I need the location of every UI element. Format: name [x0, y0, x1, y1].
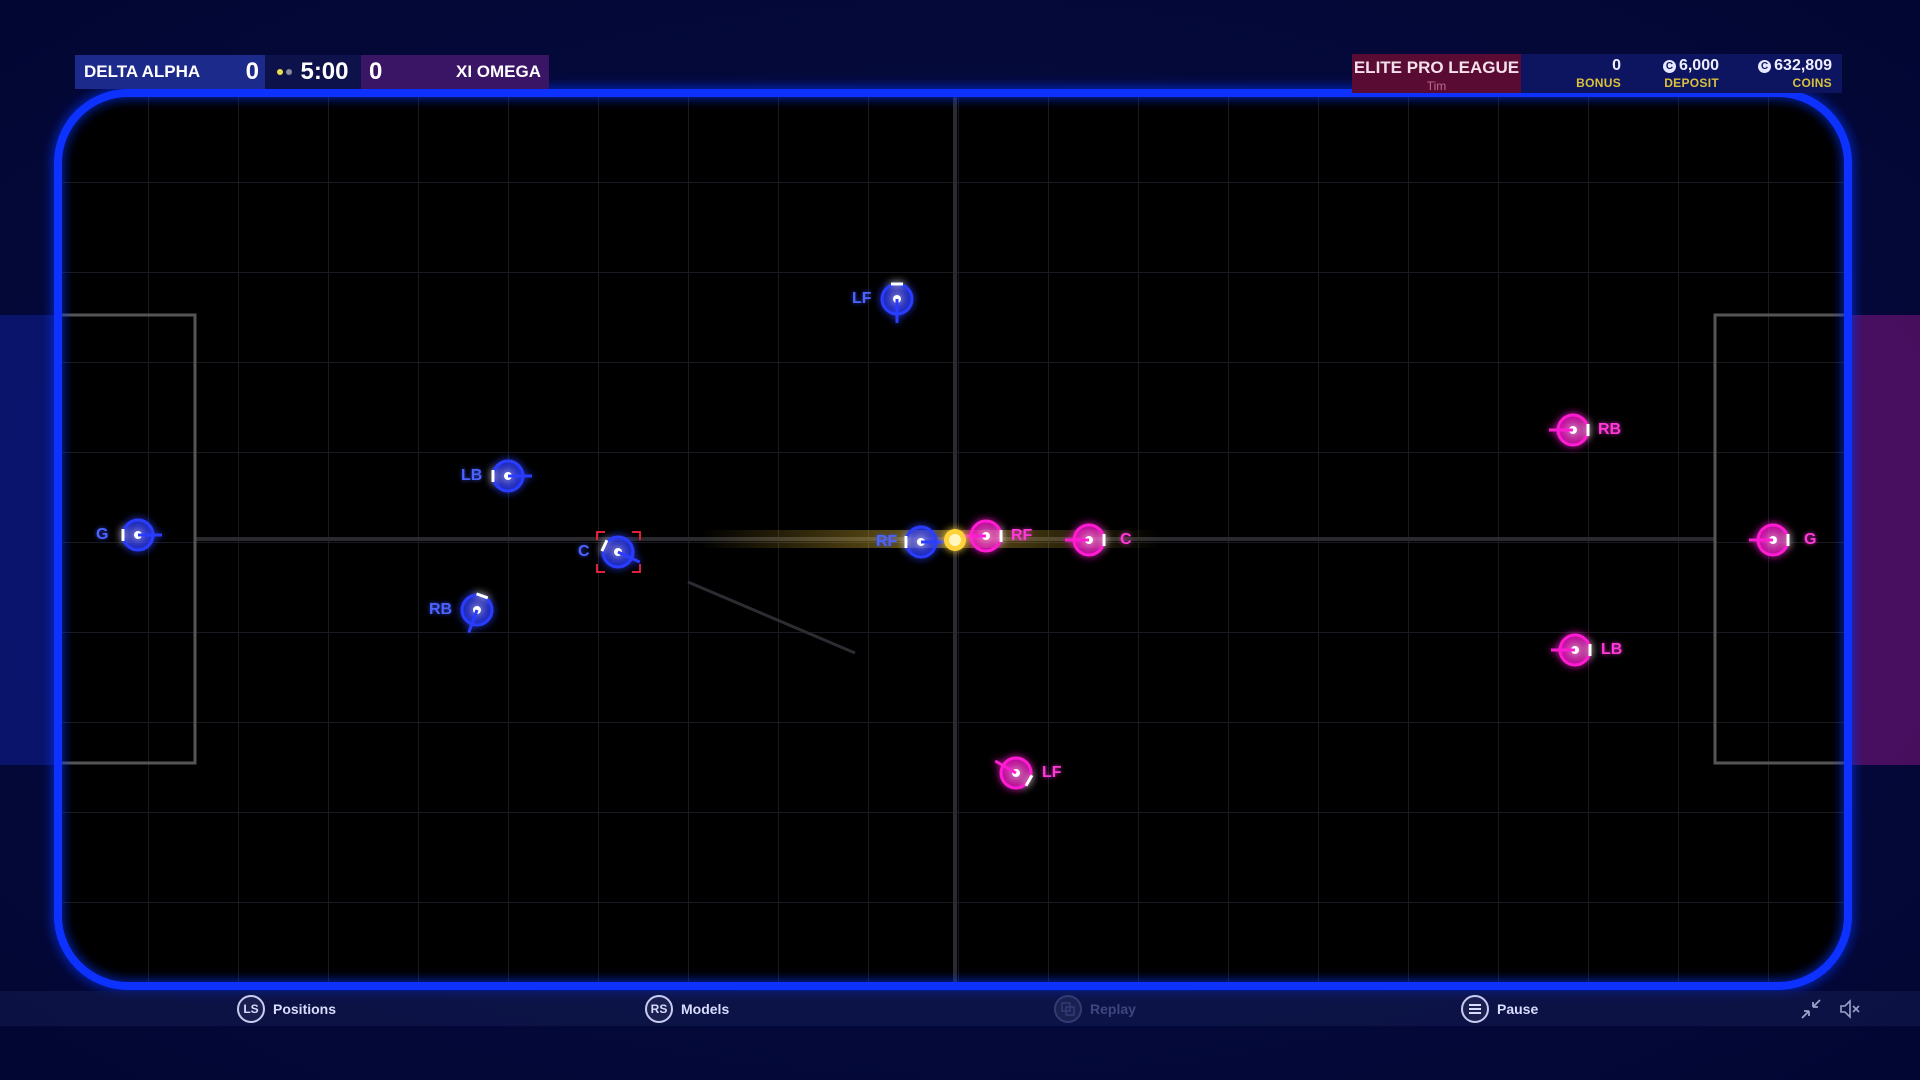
home-team-panel: DELTA ALPHA 0	[75, 55, 265, 89]
coins-stat: C632,809 COINS	[1722, 57, 1832, 93]
deposit-value: 6,000	[1679, 57, 1719, 75]
deposit-label: DEPOSIT	[1624, 76, 1719, 90]
league-name: ELITE PRO LEAGUE	[1352, 58, 1521, 78]
pause-label: Pause	[1497, 1001, 1538, 1017]
models-label: Models	[681, 1001, 729, 1017]
league-panel: ELITE PRO LEAGUE Tim 0 BONUS C6,000 DEPO…	[1352, 54, 1842, 93]
menu-button-icon[interactable]	[1461, 995, 1489, 1023]
c-coin-icon: C	[1758, 60, 1771, 73]
bonus-value: 0	[1531, 57, 1621, 75]
game-clock: 5:00	[300, 58, 348, 86]
away-player-label: C	[1120, 531, 1132, 549]
home-player-label: C	[578, 543, 590, 561]
home-player-label: LB	[461, 467, 482, 485]
mute-icon[interactable]	[1838, 997, 1862, 1021]
period-dot-1	[277, 69, 283, 75]
home-player-label: G	[96, 526, 108, 544]
rs-button-icon[interactable]: RS	[645, 995, 673, 1023]
away-score: 0	[369, 58, 382, 86]
rink	[0, 0, 1920, 1080]
bonus-label: BONUS	[1531, 76, 1621, 90]
money-panel: 0 BONUS C6,000 DEPOSIT C632,809 COINS	[1521, 54, 1842, 93]
home-player-label: RB	[429, 601, 452, 619]
home-score: 0	[246, 58, 259, 86]
shrink-icon[interactable]	[1799, 997, 1823, 1021]
away-player-label: RB	[1598, 421, 1621, 439]
models-control[interactable]: RS Models	[645, 991, 729, 1026]
period-indicator	[277, 69, 292, 75]
scoreboard: DELTA ALPHA 0 5:00 0 XI OMEGA	[75, 55, 549, 89]
league-box: ELITE PRO LEAGUE Tim	[1352, 54, 1521, 93]
away-player-label: LB	[1601, 641, 1622, 659]
away-team-panel: 0 XI OMEGA	[361, 55, 549, 89]
away-player-label: LF	[1042, 764, 1062, 782]
pause-control[interactable]: Pause	[1461, 991, 1538, 1026]
away-player-label: G	[1804, 531, 1816, 549]
replay-label: Replay	[1090, 1001, 1136, 1017]
clock-panel: 5:00	[265, 55, 361, 89]
period-dot-2	[286, 69, 292, 75]
positions-label: Positions	[273, 1001, 336, 1017]
c-coin-icon: C	[1663, 60, 1676, 73]
replay-control[interactable]: Replay	[1054, 991, 1136, 1026]
away-goal-glow	[1850, 315, 1920, 765]
positions-control[interactable]: LS Positions	[237, 991, 336, 1026]
away-team-name: XI OMEGA	[456, 62, 541, 82]
home-player-label: RF	[876, 533, 897, 551]
ls-button-icon[interactable]: LS	[237, 995, 265, 1023]
away-player-label: RF	[1011, 527, 1032, 545]
coins-value: 632,809	[1774, 57, 1832, 75]
view-button-icon[interactable]	[1054, 995, 1082, 1023]
puck-core	[949, 534, 961, 546]
home-player-label: LF	[852, 290, 872, 308]
bonus-stat: 0 BONUS	[1531, 57, 1621, 93]
home-team-name: DELTA ALPHA	[84, 62, 200, 82]
deposit-stat: C6,000 DEPOSIT	[1624, 57, 1719, 93]
bottom-bar: LS Positions RS Models Replay Pause	[0, 991, 1920, 1026]
league-player: Tim	[1352, 79, 1521, 93]
coins-label: COINS	[1722, 76, 1832, 90]
